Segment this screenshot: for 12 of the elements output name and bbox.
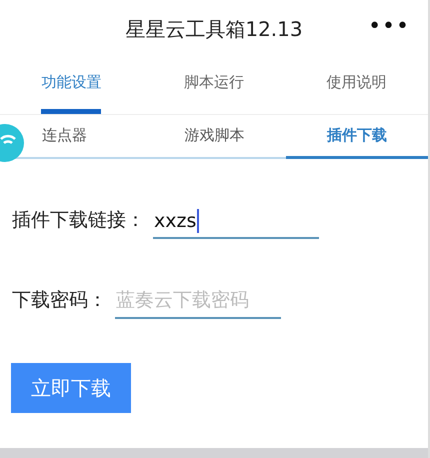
field-label: 插件下载链接： [12,208,145,233]
tab[interactable]: 功能设置 [0,58,143,114]
tab[interactable]: 脚本运行 [142,58,286,114]
subtab[interactable]: 连点器 [27,115,143,159]
more-menu-button[interactable]: ••• [368,14,410,39]
field-label: 下载密码： [12,288,107,313]
input-field[interactable]: xxzs [153,209,319,239]
tab[interactable]: 使用说明 [285,58,428,114]
app-title: 星星云工具箱12.13 [125,16,303,42]
subtab[interactable]: 插件下载 [286,115,428,159]
download-button[interactable]: 立即下载 [11,363,131,413]
subtab[interactable]: 游戏脚本 [143,115,286,159]
